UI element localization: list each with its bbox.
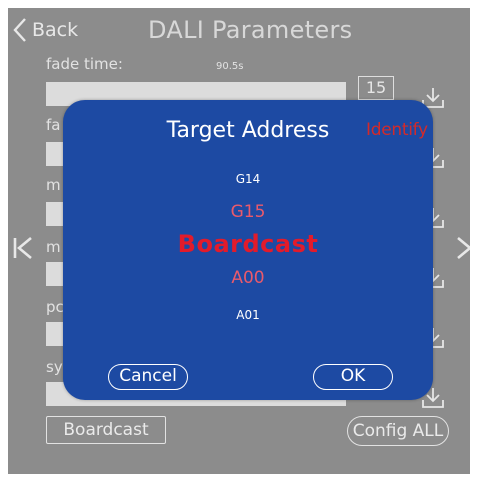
header: Back DALI Parameters — [8, 8, 470, 48]
target-address-dialog: Target Address Identify G14 G15 Boardcas… — [63, 100, 433, 400]
param-6-label: sy — [46, 358, 63, 376]
config-all-button[interactable]: Config ALL — [347, 416, 449, 446]
back-label: Back — [32, 19, 79, 41]
fade-time-value: 90.5s — [216, 61, 244, 72]
identify-button[interactable]: Identify — [366, 120, 428, 140]
address-option[interactable]: A01 — [63, 308, 433, 322]
cancel-button[interactable]: Cancel — [108, 364, 188, 390]
broadcast-button[interactable]: Boardcast — [46, 416, 166, 444]
fade-time-label: fade time: — [46, 55, 123, 73]
param-2-label: fa — [46, 116, 61, 134]
ok-button[interactable]: OK — [313, 364, 393, 390]
param-4-label: m — [46, 238, 61, 256]
param-5-label: pc — [46, 298, 64, 316]
back-button[interactable]: Back — [12, 16, 78, 44]
page-title: DALI Parameters — [148, 16, 353, 44]
param-3-label: m — [46, 176, 61, 194]
address-option[interactable]: G15 — [63, 202, 433, 222]
address-option[interactable]: A00 — [63, 268, 433, 288]
skip-previous-icon[interactable] — [12, 236, 34, 260]
selected-address[interactable]: Boardcast — [63, 230, 433, 258]
fade-time-number-input[interactable]: 15 — [358, 76, 394, 100]
dali-parameters-screen: Back DALI Parameters fade time: 90.5s 15… — [8, 8, 470, 474]
skip-next-icon[interactable] — [456, 236, 470, 260]
chevron-left-icon — [13, 18, 26, 42]
address-option[interactable]: G14 — [63, 172, 433, 186]
